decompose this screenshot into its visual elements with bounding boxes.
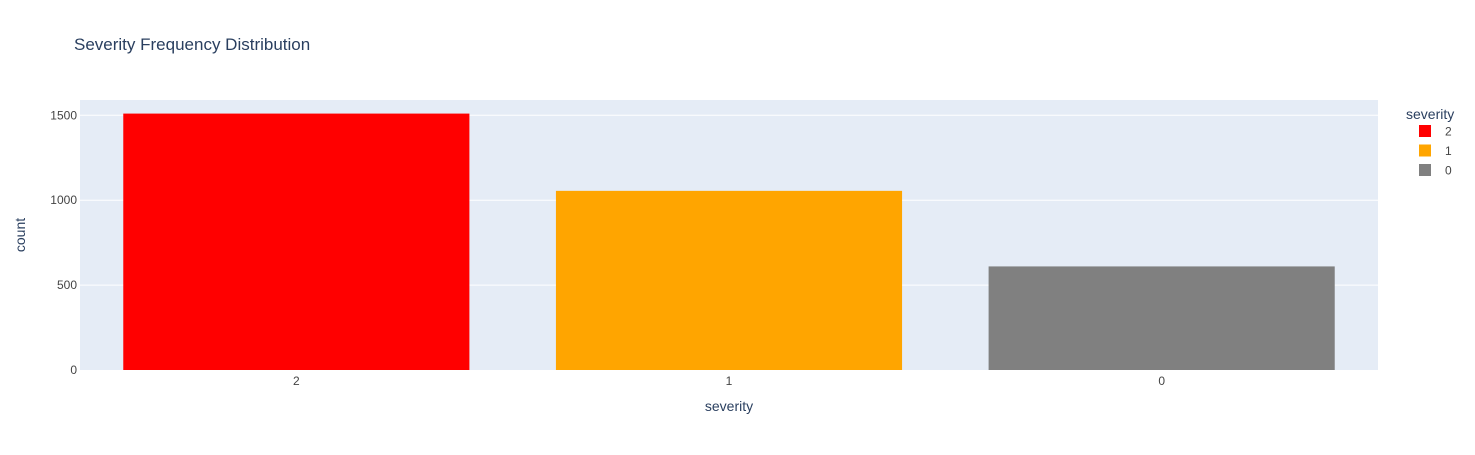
y-tick-label: 0 — [70, 363, 77, 377]
bar-severity-1[interactable] — [555, 190, 903, 370]
x-tick-label: 0 — [1158, 374, 1165, 388]
legend-item-0[interactable]: 0 — [1419, 164, 1452, 178]
legend-label: 0 — [1445, 164, 1452, 178]
x-tick-label: 2 — [293, 374, 300, 388]
bar-severity-2[interactable] — [123, 113, 470, 371]
legend-label: 2 — [1445, 125, 1452, 139]
legend-swatch — [1419, 164, 1431, 176]
x-axis-ticks: 2 1 0 — [293, 374, 1165, 388]
chart-title: Severity Frequency Distribution — [74, 35, 310, 54]
chart-container: Severity Frequency Distribution 0 500 1000… — [0, 0, 1475, 450]
legend-swatch — [1419, 144, 1431, 157]
legend-label: 1 — [1445, 144, 1452, 158]
y-axis-title: count — [12, 218, 28, 252]
legend-item-2[interactable]: 2 — [1419, 125, 1452, 139]
bar-severity-0[interactable] — [988, 266, 1335, 370]
legend[interactable]: severity 2 1 0 — [1406, 106, 1454, 178]
y-tick-label: 1500 — [50, 108, 77, 122]
x-tick-label: 1 — [726, 374, 733, 388]
legend-swatch — [1419, 125, 1431, 137]
y-axis-ticks: 0 500 1000 1500 — [50, 108, 77, 377]
y-tick-label: 500 — [57, 278, 77, 292]
x-axis-title: severity — [705, 398, 753, 414]
bar-chart: Severity Frequency Distribution 05001000… — [12, 35, 1454, 414]
legend-title: severity — [1406, 106, 1454, 122]
legend-item-1[interactable]: 1 — [1419, 144, 1452, 158]
y-tick-label: 1000 — [50, 193, 77, 207]
